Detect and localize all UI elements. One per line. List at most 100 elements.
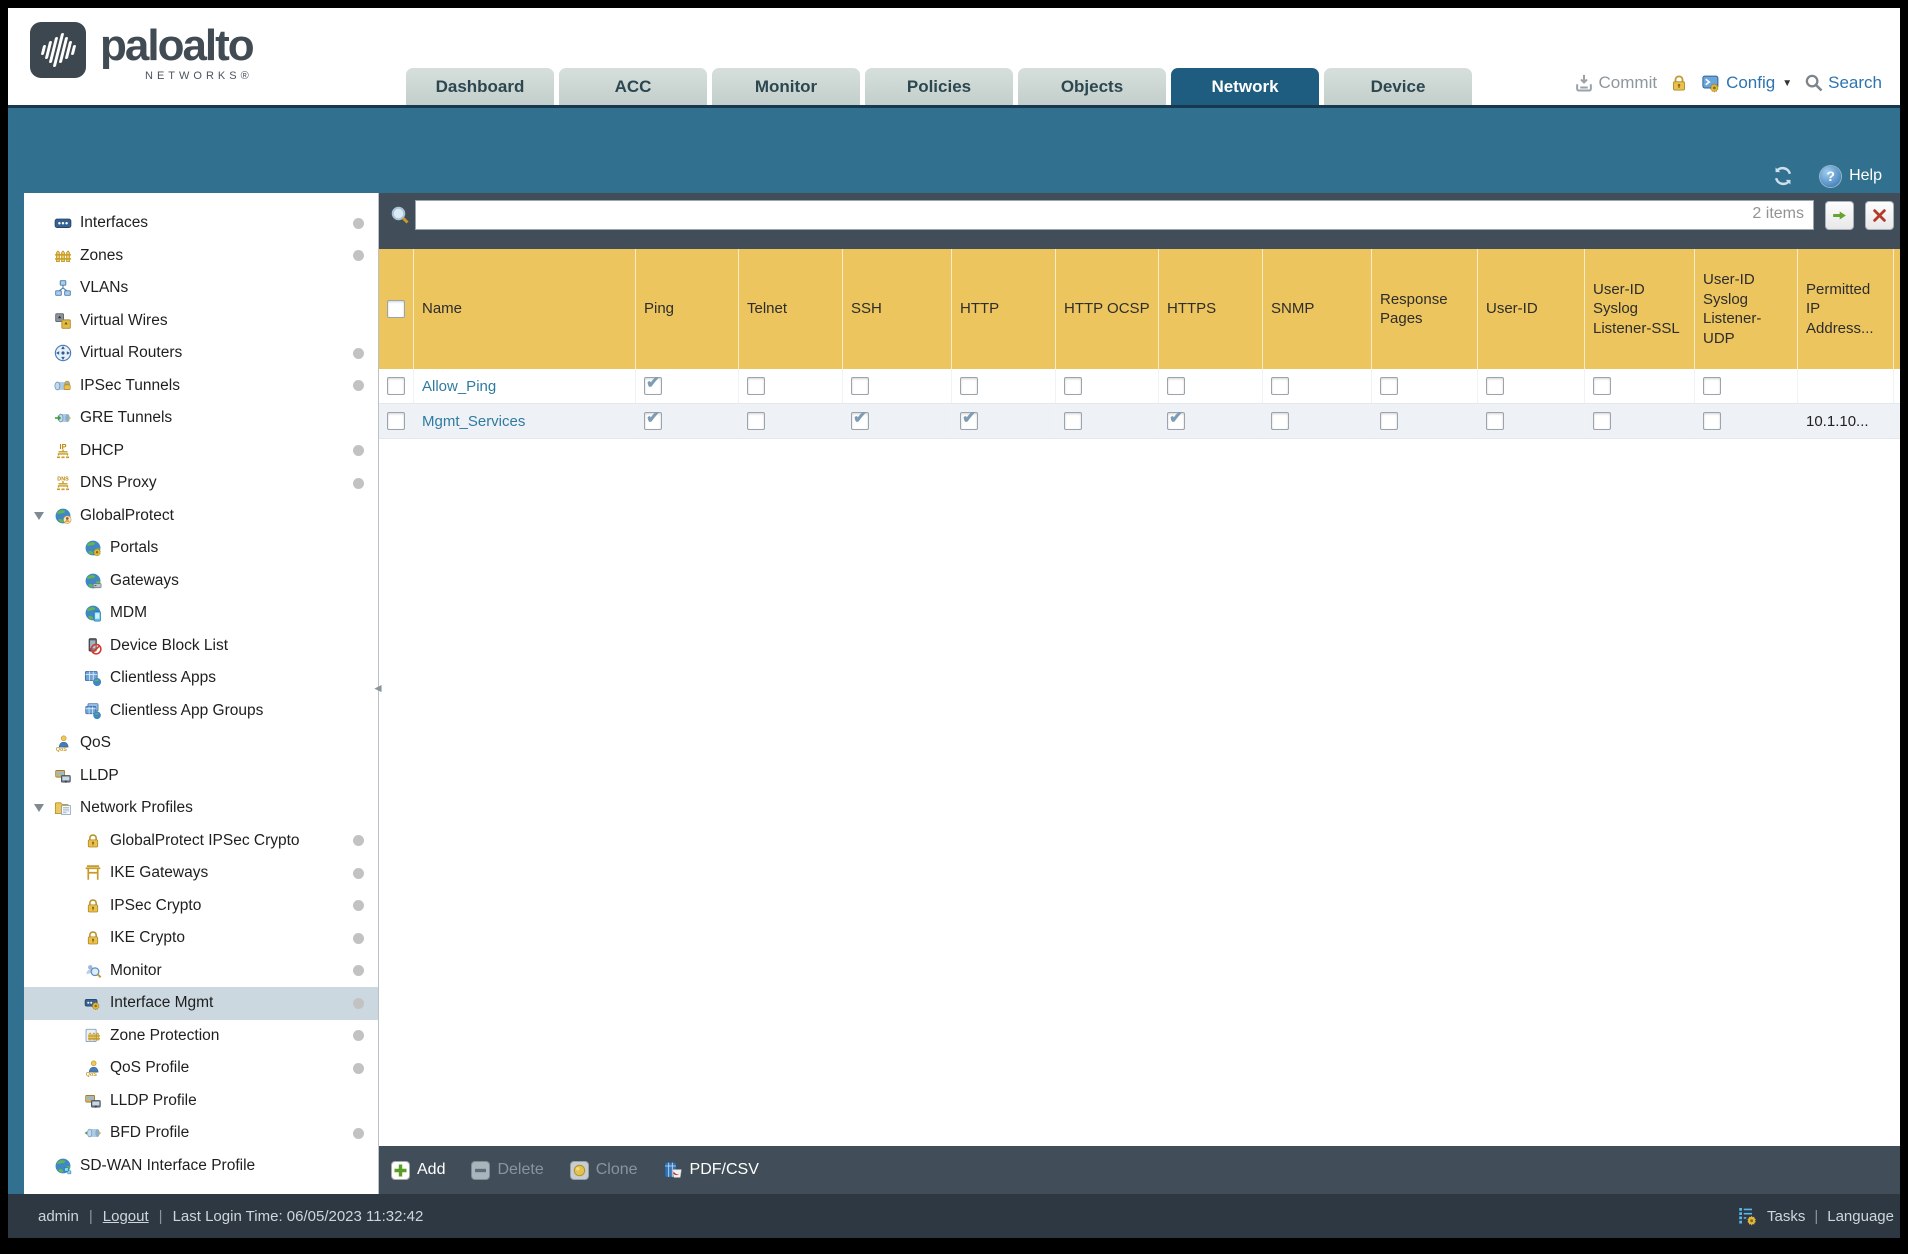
- tab-monitor[interactable]: Monitor: [712, 68, 860, 105]
- user_id_syslog_ssl-checkbox[interactable]: [1593, 377, 1611, 395]
- column-header-user_id_syslog_ssl: User-ID Syslog Listener-SSL: [1585, 249, 1695, 369]
- http-checkbox[interactable]: [960, 377, 978, 395]
- row-select-checkbox[interactable]: [387, 377, 405, 395]
- brand-name: paloalto: [100, 21, 255, 70]
- clear-filter-button[interactable]: [1865, 200, 1894, 230]
- sidebar-item-label: Zone Protection: [110, 1026, 220, 1044]
- tab-device[interactable]: Device: [1324, 68, 1472, 105]
- user_id-checkbox[interactable]: [1486, 377, 1504, 395]
- apply-filter-button[interactable]: [1825, 200, 1854, 230]
- lldp-icon: [84, 1092, 102, 1110]
- sidebar-item-zones[interactable]: Zones: [24, 240, 378, 273]
- tab-network[interactable]: Network: [1171, 68, 1319, 105]
- footer-right: Tasks | Language: [1738, 1206, 1894, 1226]
- sidebar-item-ipsec-crypto[interactable]: IPSec Crypto: [24, 890, 378, 923]
- sidebar-item-network-profiles[interactable]: Network Profiles: [24, 792, 378, 825]
- sidebar-item-vlans[interactable]: VLANs: [24, 272, 378, 305]
- column-header-select[interactable]: [379, 249, 414, 369]
- snmp-checkbox[interactable]: [1271, 377, 1289, 395]
- sidebar-item-bfd-profile[interactable]: BFD Profile: [24, 1117, 378, 1150]
- sidebar-item-globalprotect[interactable]: GlobalProtect: [24, 500, 378, 533]
- http_ocsp-checkbox[interactable]: [1064, 412, 1082, 430]
- commit-button[interactable]: Commit: [1574, 73, 1657, 93]
- ssh-checkbox[interactable]: ✔: [851, 408, 869, 430]
- sidebar-item-ipsec-tunnels[interactable]: IPSec Tunnels: [24, 370, 378, 403]
- tab-objects[interactable]: Objects: [1018, 68, 1166, 105]
- sidebar-item-mdm[interactable]: MDM: [24, 597, 378, 630]
- tasks-button[interactable]: Tasks: [1767, 1208, 1805, 1225]
- telnet-checkbox[interactable]: [747, 377, 765, 395]
- sidebar-item-label: DHCP: [80, 441, 124, 459]
- sidebar-item-qos-profile[interactable]: QoS QoS Profile: [24, 1052, 378, 1085]
- sidebar-item-device-block-list[interactable]: Device Block List: [24, 630, 378, 663]
- user_id_syslog_udp-checkbox[interactable]: [1703, 412, 1721, 430]
- language-button[interactable]: Language: [1827, 1208, 1894, 1225]
- expanded-triangle-icon[interactable]: [34, 511, 44, 520]
- sidebar-item-globalprotect-ipsec-crypto[interactable]: GlobalProtect IPSec Crypto: [24, 825, 378, 858]
- sidebar-item-qos[interactable]: QoS QoS: [24, 727, 378, 760]
- sidebar-collapse-icon[interactable]: ◄: [372, 681, 384, 695]
- sidebar-item-label: Gateways: [110, 571, 179, 589]
- config-menu[interactable]: Config ▼: [1701, 73, 1792, 93]
- sidebar-item-ike-crypto[interactable]: IKE Crypto: [24, 922, 378, 955]
- ping-checkbox[interactable]: ✔: [644, 408, 662, 430]
- sidebar-item-sd-wan-interface-profile[interactable]: SD-WAN Interface Profile: [24, 1150, 378, 1183]
- logout-link[interactable]: Logout: [103, 1208, 149, 1225]
- telnet-checkbox[interactable]: [747, 412, 765, 430]
- sidebar-item-label: LLDP: [80, 766, 119, 784]
- sidebar-item-gre-tunnels[interactable]: GRE Tunnels: [24, 402, 378, 435]
- clone-button[interactable]: Clone: [569, 1160, 638, 1180]
- tab-policies[interactable]: Policies: [865, 68, 1013, 105]
- row-name-link[interactable]: Mgmt_Services: [422, 413, 525, 430]
- sidebar-item-label: GlobalProtect: [80, 506, 174, 524]
- sidebar-item-gateways[interactable]: Gateways: [24, 565, 378, 598]
- response_pages-checkbox[interactable]: [1380, 377, 1398, 395]
- https-checkbox[interactable]: ✔: [1167, 408, 1185, 430]
- filter-search-icon: [390, 205, 410, 225]
- sidebar-item-ike-gateways[interactable]: IKE Gateways: [24, 857, 378, 890]
- http_ocsp-checkbox[interactable]: [1064, 377, 1082, 395]
- pdf-csv-button[interactable]: PDF/CSV: [664, 1161, 759, 1180]
- snmp-checkbox[interactable]: [1271, 412, 1289, 430]
- sidebar-item-virtual-wires[interactable]: Virtual Wires: [24, 305, 378, 338]
- tab-acc[interactable]: ACC: [559, 68, 707, 105]
- sidebar-item-monitor[interactable]: Monitor: [24, 955, 378, 988]
- sidebar-item-clientless-app-groups[interactable]: Clientless App Groups: [24, 695, 378, 728]
- ping-checkbox[interactable]: ✔: [644, 373, 662, 395]
- refresh-icon[interactable]: [1772, 165, 1794, 187]
- user_id_syslog_udp-checkbox[interactable]: [1703, 377, 1721, 395]
- response_pages-checkbox[interactable]: [1380, 412, 1398, 430]
- sidebar-item-portals[interactable]: Portals: [24, 532, 378, 565]
- https-checkbox[interactable]: [1167, 377, 1185, 395]
- sidebar-item-label: Monitor: [110, 961, 162, 979]
- add-button[interactable]: Add: [391, 1160, 445, 1180]
- sidebar-item-clientless-apps[interactable]: Clientless Apps: [24, 662, 378, 695]
- filter-input[interactable]: [415, 200, 1814, 230]
- expanded-triangle-icon[interactable]: [34, 804, 44, 812]
- help-label[interactable]: Help: [1849, 167, 1882, 185]
- status-dot: [353, 347, 364, 359]
- sidebar-item-virtual-routers[interactable]: Virtual Routers: [24, 337, 378, 370]
- sidebar-item-zone-protection[interactable]: Zone Protection: [24, 1020, 378, 1053]
- user_id_syslog_ssl-checkbox[interactable]: [1593, 412, 1611, 430]
- help-icon[interactable]: ?: [1820, 165, 1842, 187]
- row-name-link[interactable]: Allow_Ping: [422, 378, 496, 395]
- table-row: Allow_Ping ✔: [379, 369, 1900, 404]
- sidebar-item-interface-mgmt[interactable]: Interface Mgmt: [24, 987, 378, 1020]
- tab-dashboard[interactable]: Dashboard: [406, 68, 554, 105]
- sidebar-item-dhcp[interactable]: IP DHCP: [24, 435, 378, 468]
- select-all-checkbox[interactable]: [387, 300, 405, 318]
- lock-icon[interactable]: [1669, 73, 1689, 93]
- column-header-ssh: SSH: [843, 249, 952, 369]
- user_id-checkbox[interactable]: [1486, 412, 1504, 430]
- ssh-checkbox[interactable]: [851, 377, 869, 395]
- sidebar-item-lldp-profile[interactable]: LLDP Profile: [24, 1085, 378, 1118]
- global-search-button[interactable]: Search: [1804, 73, 1882, 93]
- sdwan-icon: [54, 1157, 72, 1175]
- sidebar-item-interfaces[interactable]: Interfaces: [24, 207, 378, 240]
- row-select-checkbox[interactable]: [387, 412, 405, 430]
- sidebar-item-dns-proxy[interactable]: DNS DNS Proxy: [24, 467, 378, 500]
- http-checkbox[interactable]: ✔: [960, 408, 978, 430]
- sidebar-item-lldp[interactable]: LLDP: [24, 760, 378, 793]
- delete-button[interactable]: Delete: [471, 1160, 544, 1180]
